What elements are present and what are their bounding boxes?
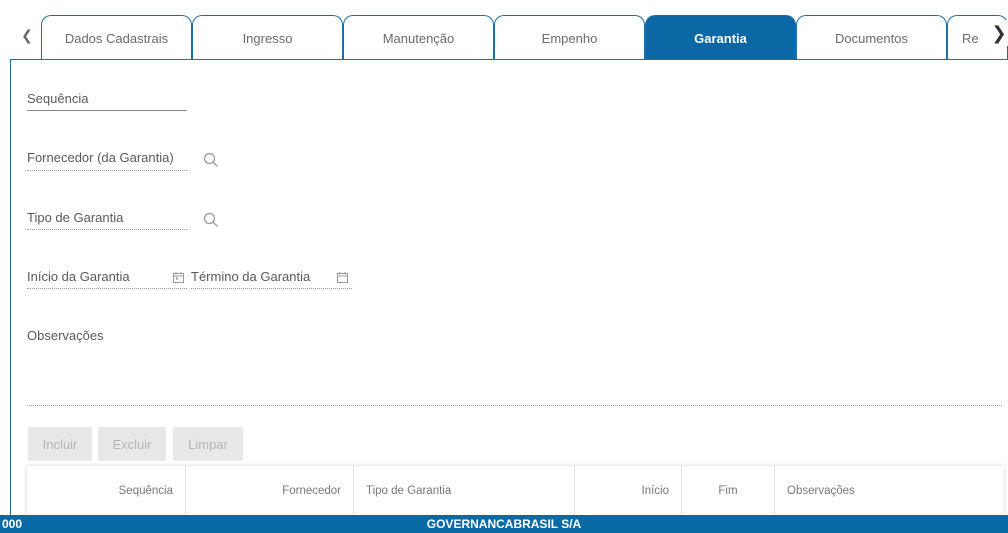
termino-garantia-field[interactable] <box>191 288 352 289</box>
column-header-sequencia[interactable]: Sequência <box>27 466 186 516</box>
tipo-garantia-label: Tipo de Garantia <box>27 210 124 225</box>
tab-label: Documentos <box>835 30 908 46</box>
inicio-garantia-field[interactable] <box>27 288 187 289</box>
tab-documentos[interactable]: Documentos <box>796 15 947 60</box>
tab-bar: ❮ Dados Cadastrais Ingresso Manutenção E… <box>0 0 1008 62</box>
tipo-garantia-field[interactable] <box>27 229 187 230</box>
garantia-grid-header: Sequência Fornecedor Tipo de Garantia In… <box>27 466 1004 516</box>
fornecedor-label: Fornecedor (da Garantia) <box>27 150 174 165</box>
tab-garantia[interactable]: Garantia <box>645 15 796 60</box>
tab-manutencao[interactable]: Manutenção <box>343 15 494 60</box>
status-bar: 000 GOVERNANCABRASIL S/A <box>0 515 1008 533</box>
column-header-fim[interactable]: Fim <box>682 466 775 516</box>
sequencia-field[interactable] <box>27 110 187 111</box>
observacoes-label: Observações <box>27 328 104 343</box>
tab-label: Dados Cadastrais <box>64 30 169 46</box>
tab-empenho[interactable]: Empenho <box>494 15 645 60</box>
tab-label: Re <box>962 30 979 46</box>
tab-label: Ingresso <box>242 30 293 46</box>
calendar-icon[interactable] <box>336 270 348 284</box>
column-header-inicio[interactable]: Início <box>575 466 682 516</box>
observacoes-field[interactable] <box>27 405 1002 406</box>
chevron-right-icon[interactable]: ❯ <box>986 20 1008 46</box>
tab-label: Garantia <box>694 30 747 46</box>
inicio-garantia-label: Início da Garantia <box>27 269 130 284</box>
tab-label: Manutenção <box>382 30 455 46</box>
excluir-button[interactable]: Excluir <box>98 427 166 461</box>
search-icon[interactable] <box>201 150 221 170</box>
column-header-fornecedor[interactable]: Fornecedor <box>186 466 354 516</box>
limpar-button[interactable]: Limpar <box>173 427 243 461</box>
calendar-icon[interactable] <box>172 270 184 284</box>
tab-label: Empenho <box>541 30 598 46</box>
incluir-button[interactable]: Incluir <box>28 427 92 461</box>
column-header-observacoes[interactable]: Observações <box>775 466 1004 516</box>
termino-garantia-label: Término da Garantia <box>191 269 311 284</box>
sequencia-label: Sequência <box>27 91 89 106</box>
chevron-left-icon[interactable]: ❮ <box>14 22 40 48</box>
column-header-tipo-garantia[interactable]: Tipo de Garantia <box>354 466 575 516</box>
tab-dados-cadastrais[interactable]: Dados Cadastrais <box>41 15 192 60</box>
search-icon[interactable] <box>201 210 221 230</box>
tab-ingresso[interactable]: Ingresso <box>192 15 343 60</box>
company-name: GOVERNANCABRASIL S/A <box>426 517 582 531</box>
fornecedor-field[interactable] <box>27 170 187 171</box>
